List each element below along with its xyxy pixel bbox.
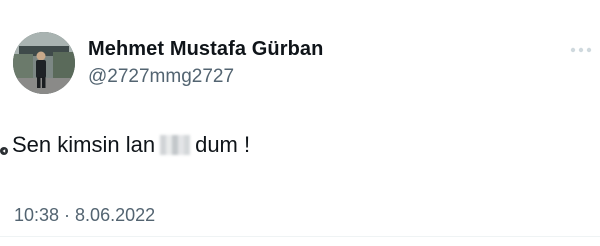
avatar[interactable] (13, 32, 75, 94)
tweet-timestamp[interactable]: 10:38 · 8.06.2022 (14, 205, 155, 226)
divider (0, 236, 600, 237)
tweet-text: Sen kimsin lan dum ! (0, 130, 250, 160)
author-handle[interactable]: @2727mmg2727 (88, 66, 234, 88)
censored-word (160, 135, 191, 155)
tweet-text-after: dum ! (195, 132, 251, 157)
tweet-text-before: Sen kimsin lan (12, 132, 156, 157)
author-display-name[interactable]: Mehmet Mustafa Gürban (88, 38, 323, 61)
more-dots-icon[interactable] (566, 40, 596, 60)
avatar-photo (13, 32, 75, 94)
bullet-icon (0, 138, 10, 155)
